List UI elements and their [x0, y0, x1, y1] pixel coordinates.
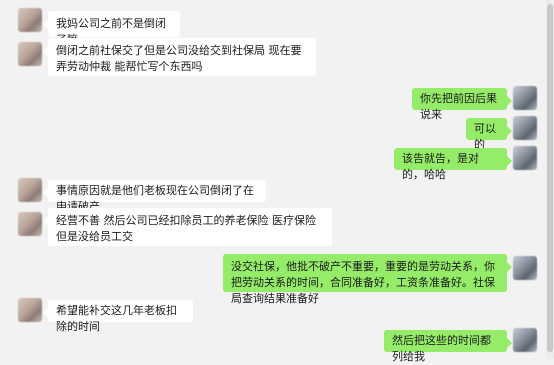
- scrollbar-thumb[interactable]: [547, 4, 553, 352]
- contact-avatar[interactable]: [18, 8, 42, 32]
- contact-avatar[interactable]: [18, 42, 42, 66]
- incoming-message[interactable]: 希望能补交这几年老板扣除的时间: [43, 300, 193, 333]
- incoming-message[interactable]: 我妈公司之前不是倒闭了嘛: [43, 11, 180, 46]
- outgoing-message[interactable]: 然后把这些的时间都列给我: [384, 330, 512, 363]
- contact-avatar[interactable]: [18, 178, 42, 202]
- incoming-message[interactable]: 倒闭之前社保交了但是公司没给交到社保局 现在要弄劳动仲裁 能帮忙写个东西吗: [43, 38, 316, 76]
- chat-message-area: 我妈公司之前不是倒闭了嘛 倒闭之前社保交了但是公司没给交到社保局 现在要弄劳动仲…: [0, 0, 554, 363]
- chat-scrollbar[interactable]: [546, 0, 554, 359]
- self-avatar[interactable]: [513, 146, 537, 170]
- outgoing-message[interactable]: 你先把前因后果说来: [412, 88, 512, 121]
- self-avatar[interactable]: [513, 116, 537, 140]
- outgoing-message[interactable]: 可以的: [466, 118, 512, 151]
- contact-avatar[interactable]: [18, 212, 42, 236]
- outgoing-message[interactable]: 该告就告，是对的，哈哈: [394, 148, 512, 181]
- self-avatar[interactable]: [513, 86, 537, 110]
- incoming-message[interactable]: 经营不善 然后公司已经扣除员工的养老保险 医疗保险 但是没给员工交: [43, 208, 332, 246]
- incoming-message[interactable]: 事情原因就是他们老板现在公司倒闭了在申请破产: [43, 180, 266, 213]
- outgoing-message[interactable]: 没交社保，他批不破产不重要，重要的是劳动关系，你把劳动关系的时间，合同准备好，工…: [223, 254, 512, 305]
- self-avatar[interactable]: [513, 328, 537, 352]
- contact-avatar[interactable]: [18, 298, 42, 322]
- self-avatar[interactable]: [513, 256, 537, 280]
